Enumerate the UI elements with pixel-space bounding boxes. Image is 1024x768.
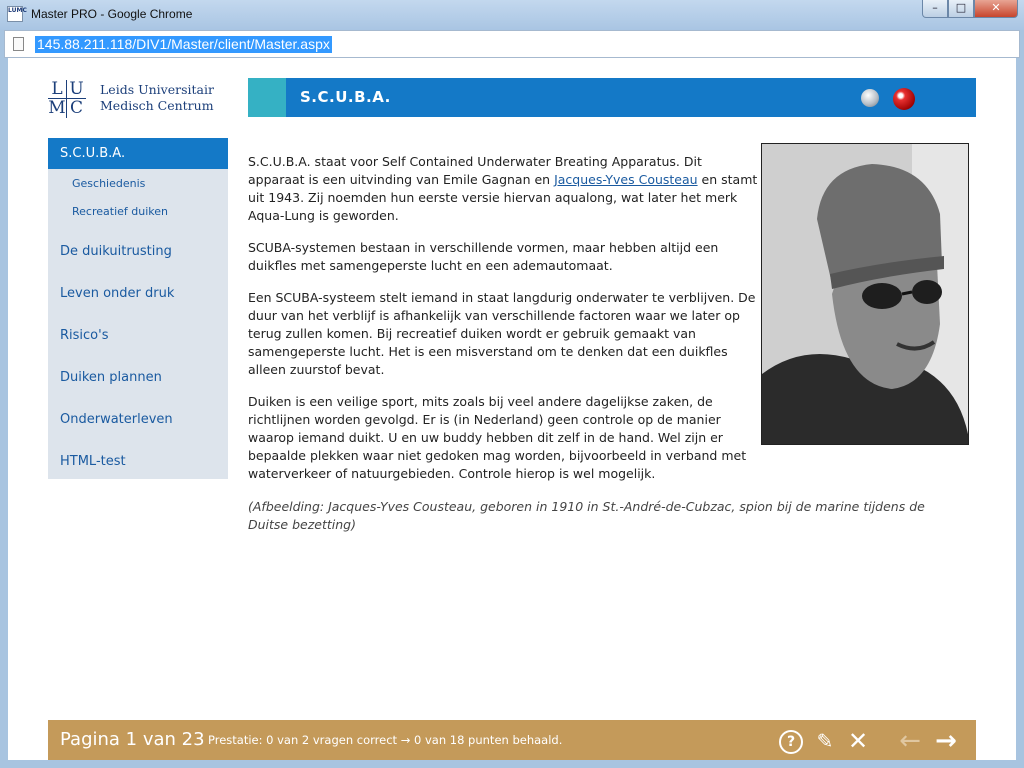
window-controls: – □ ✕: [922, 0, 1018, 18]
sidebar-item-leven-onder-druk[interactable]: Leven onder druk: [48, 286, 228, 301]
paragraph-4: Duiken is een veilige sport, mits zoals …: [248, 394, 747, 481]
page-title: S.C.U.B.A.: [300, 88, 391, 106]
paragraph-2: SCUBA-systemen bestaan in verschillende …: [248, 240, 719, 273]
cousteau-link[interactable]: Jacques-Yves Cousteau: [554, 172, 698, 187]
footer-bar: Pagina 1 van 23 Prestatie: 0 van 2 vrage…: [48, 720, 976, 760]
sidebar-subitem-recreatief-duiken[interactable]: Recreatief duiken: [72, 205, 168, 218]
paragraph-3: Een SCUBA-systeem stelt iemand in staat …: [248, 290, 756, 377]
main-content: S.C.U.B.A. staat voor Self Contained Und…: [248, 153, 758, 497]
sidebar-nav: S.C.U.B.A. Geschiedenis Recreatief duike…: [48, 138, 228, 479]
browser-window: LUMC Master PRO - Google Chrome – □ ✕ 14…: [0, 0, 1024, 768]
address-bar[interactable]: 145.88.211.118/DIV1/Master/client/Master…: [4, 30, 1020, 58]
close-window-button[interactable]: ✕: [974, 0, 1018, 18]
maximize-button[interactable]: □: [948, 0, 974, 18]
prev-arrow-icon[interactable]: ←: [898, 728, 922, 754]
sidebar-item-scuba[interactable]: S.C.U.B.A.: [48, 138, 228, 169]
sidebar-item-onderwaterleven[interactable]: Onderwaterleven: [48, 412, 228, 427]
url-text[interactable]: 145.88.211.118/DIV1/Master/client/Master…: [35, 36, 332, 53]
logo-mark: L U M C: [48, 80, 86, 118]
red-ball-icon[interactable]: [893, 88, 915, 110]
edit-icon[interactable]: ✎: [813, 729, 837, 753]
logo-text: Leids Universitair Medisch Centrum: [100, 82, 214, 114]
logo-letter-u: U: [67, 80, 86, 99]
lumc-logo[interactable]: L U M C Leids Universitair Medisch Centr…: [48, 80, 218, 120]
minimize-button[interactable]: –: [922, 0, 948, 18]
app-icon: LUMC: [7, 6, 27, 22]
help-icon[interactable]: ?: [779, 730, 803, 754]
performance-text: Prestatie: 0 van 2 vragen correct → 0 va…: [208, 733, 563, 747]
close-icon[interactable]: ✕: [846, 729, 870, 753]
window-title: Master PRO - Google Chrome: [31, 7, 193, 21]
cousteau-photo: [761, 143, 969, 445]
logo-letter-l: L: [48, 80, 67, 99]
sidebar-item-duikuitrusting[interactable]: De duikuitrusting: [48, 244, 228, 259]
sidebar-subitem-geschiedenis[interactable]: Geschiedenis: [72, 177, 145, 190]
sidebar-item-duiken-plannen[interactable]: Duiken plannen: [48, 370, 228, 385]
sidebar-item-html-test[interactable]: HTML-test: [48, 454, 228, 469]
globe-icon[interactable]: [861, 89, 879, 107]
page-icon: [13, 37, 24, 51]
paragraph-1: S.C.U.B.A. staat voor Self Contained Und…: [248, 153, 758, 225]
logo-letter-m: M: [48, 98, 67, 118]
portrait-illustration: [762, 144, 968, 444]
logo-line-1: Leids Universitair: [100, 82, 214, 97]
title-bar: LUMC Master PRO - Google Chrome – □ ✕: [0, 0, 1024, 30]
header-accent: [248, 78, 286, 117]
page-header: S.C.U.B.A.: [248, 78, 976, 117]
next-arrow-icon[interactable]: →: [934, 728, 958, 754]
logo-line-2: Medisch Centrum: [100, 98, 214, 113]
page-viewport: L U M C Leids Universitair Medisch Centr…: [8, 58, 1016, 760]
page-counter: Pagina 1 van 23: [60, 729, 205, 750]
sidebar-item-risicos[interactable]: Risico's: [48, 328, 228, 343]
image-caption: (Afbeelding: Jacques-Yves Cousteau, gebo…: [248, 499, 925, 532]
logo-letter-c: C: [69, 98, 83, 118]
